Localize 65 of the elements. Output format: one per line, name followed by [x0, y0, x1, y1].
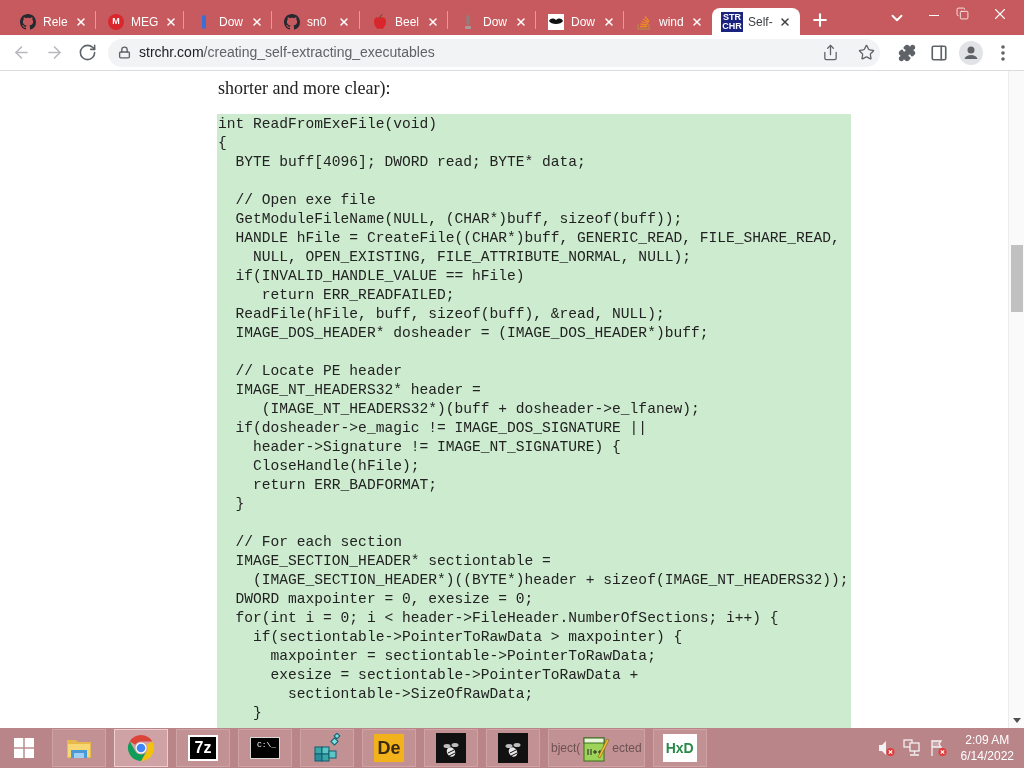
taskbar-button[interactable]: HxD [652, 729, 707, 767]
taskbar-button[interactable] [424, 729, 478, 767]
taskbar-button[interactable]: bject( ected [548, 729, 645, 767]
close-icon [691, 15, 704, 28]
lips-icon [548, 13, 564, 30]
restore-icon [955, 7, 969, 20]
apple-icon [372, 13, 388, 30]
scrollbar-track[interactable] [1008, 71, 1024, 728]
stacked-lines-icon [636, 13, 652, 30]
vertical-bar-icon [201, 13, 207, 30]
lock-icon [118, 46, 131, 59]
round-logo: M [108, 13, 124, 30]
close-icon [603, 15, 615, 28]
logo-tile: De [374, 734, 404, 762]
network-icon[interactable] [902, 739, 921, 757]
close-icon [338, 15, 350, 28]
scrollbar-thumb[interactable] [1010, 245, 1023, 312]
browser-tab[interactable]: Dow [536, 8, 624, 35]
profile-avatar-icon [959, 40, 983, 65]
browser-tab[interactable]: M MEG [96, 8, 184, 35]
bee-icon [436, 733, 466, 763]
site-logo: STR CHR [721, 11, 743, 32]
logo-tile: 7z [188, 735, 218, 761]
browser-tab[interactable]: Dow [184, 8, 272, 35]
browser-tab[interactable]: sn0 [272, 8, 360, 35]
scroll-down-arrow-icon[interactable] [1012, 718, 1021, 723]
close-icon [251, 15, 263, 28]
profile-button[interactable] [957, 38, 985, 67]
close-icon [75, 15, 88, 28]
browser-tab[interactable]: Beel [360, 8, 448, 35]
terminal-logo: C:\_ [250, 737, 280, 759]
logo-tile: HxD [662, 734, 697, 762]
menu-icon [1001, 44, 1005, 61]
browser-tab[interactable]: Dow [448, 8, 536, 35]
pin-icon [464, 13, 472, 30]
windows-logo-icon [14, 738, 34, 758]
flag-icon[interactable] [928, 739, 947, 757]
bee-icon [498, 733, 528, 763]
puzzle-icon [898, 43, 916, 62]
url-text: strchr.com/creating_self-extracting_executables [139, 43, 436, 62]
clock-date[interactable]: 6/14/2022 [960, 748, 1014, 764]
speaker-icon[interactable] [876, 739, 895, 757]
taskbar-button[interactable]: 7z [176, 729, 230, 767]
taskbar-button[interactable]: De [362, 729, 416, 767]
code-block: int ReadFromExeFile(void) { BYTE buff[4096]; DWORD read; BYTE* data; // Open exe file GetModuleFileName(NULL, (CHAR*)buff, sizeof(buff)); HANDLE hFile = CreateFile((CHAR*)buff, GENERIC_READ, FILE_SHARE_READ, NULL, OPEN_EXISTING, FILE_ATTRIBUTE_NORMAL, NULL); if(INVALID_HANDLE_VALUE == hFile) return ERR_READFAILED; ReadFile(hFile, buff, sizeof(buff), &read, NULL); IMAGE_DOS_HEADER* dosheader = (IMAGE_DOS_HEADER*)buff; // Locate PE header IMAGE_NT_HEADERS32* header = (IMAGE_NT_HEADERS32*)(buff + dosheader->e_lfanew); if(dosheader->e_magic != IMAGE_DOS_SIGNATURE || header->Signature != IMAGE_NT_SIGNATURE) { CloseHandle(hFile); return ERR_BADFORMAT; } // For each section IMAGE_SECTION_HEADER* sectiontable = (IMAGE_SECTION_HEADER*)((BYTE*)header + sizeof(IMAGE_NT_HEADERS32)); DWORD maxpointer = 0, exesize = 0; for(int i = 0; i < header->FileHeader.NumberOfSections; i++) { if(sectiontable->PointerToRawData > maxpointer) { maxpointer = sectiontable->PointerToRawData; exesize = sectiontable->PointerToRawData + sectiontable->SizeOfRawData; } [217, 114, 851, 728]
taskbar-button[interactable] [486, 729, 540, 767]
browser-tab[interactable]: wind [624, 8, 712, 35]
star-icon [857, 44, 875, 61]
minimize-icon [929, 15, 939, 16]
close-icon [427, 15, 439, 28]
side-panel-icon [930, 43, 948, 62]
reload-icon [77, 43, 97, 62]
close-icon [165, 15, 178, 28]
browser-tab[interactable]: Rele [8, 8, 96, 35]
paragraph-text: shorter and more clear): [217, 77, 392, 99]
close-icon [515, 15, 527, 28]
cat-silhouette-icon [284, 13, 300, 30]
address-bar[interactable]: strchr.com/creating_self-extracting_executables [108, 38, 880, 67]
clock-time[interactable]: 2:09 AM [965, 732, 1010, 748]
close-icon [778, 15, 791, 28]
cat-silhouette-icon [20, 13, 36, 30]
share-icon [821, 44, 839, 61]
taskbar-button[interactable]: C:\_ [238, 729, 292, 767]
tricolor-circle-icon [127, 734, 155, 762]
cubes-icon [312, 733, 342, 763]
